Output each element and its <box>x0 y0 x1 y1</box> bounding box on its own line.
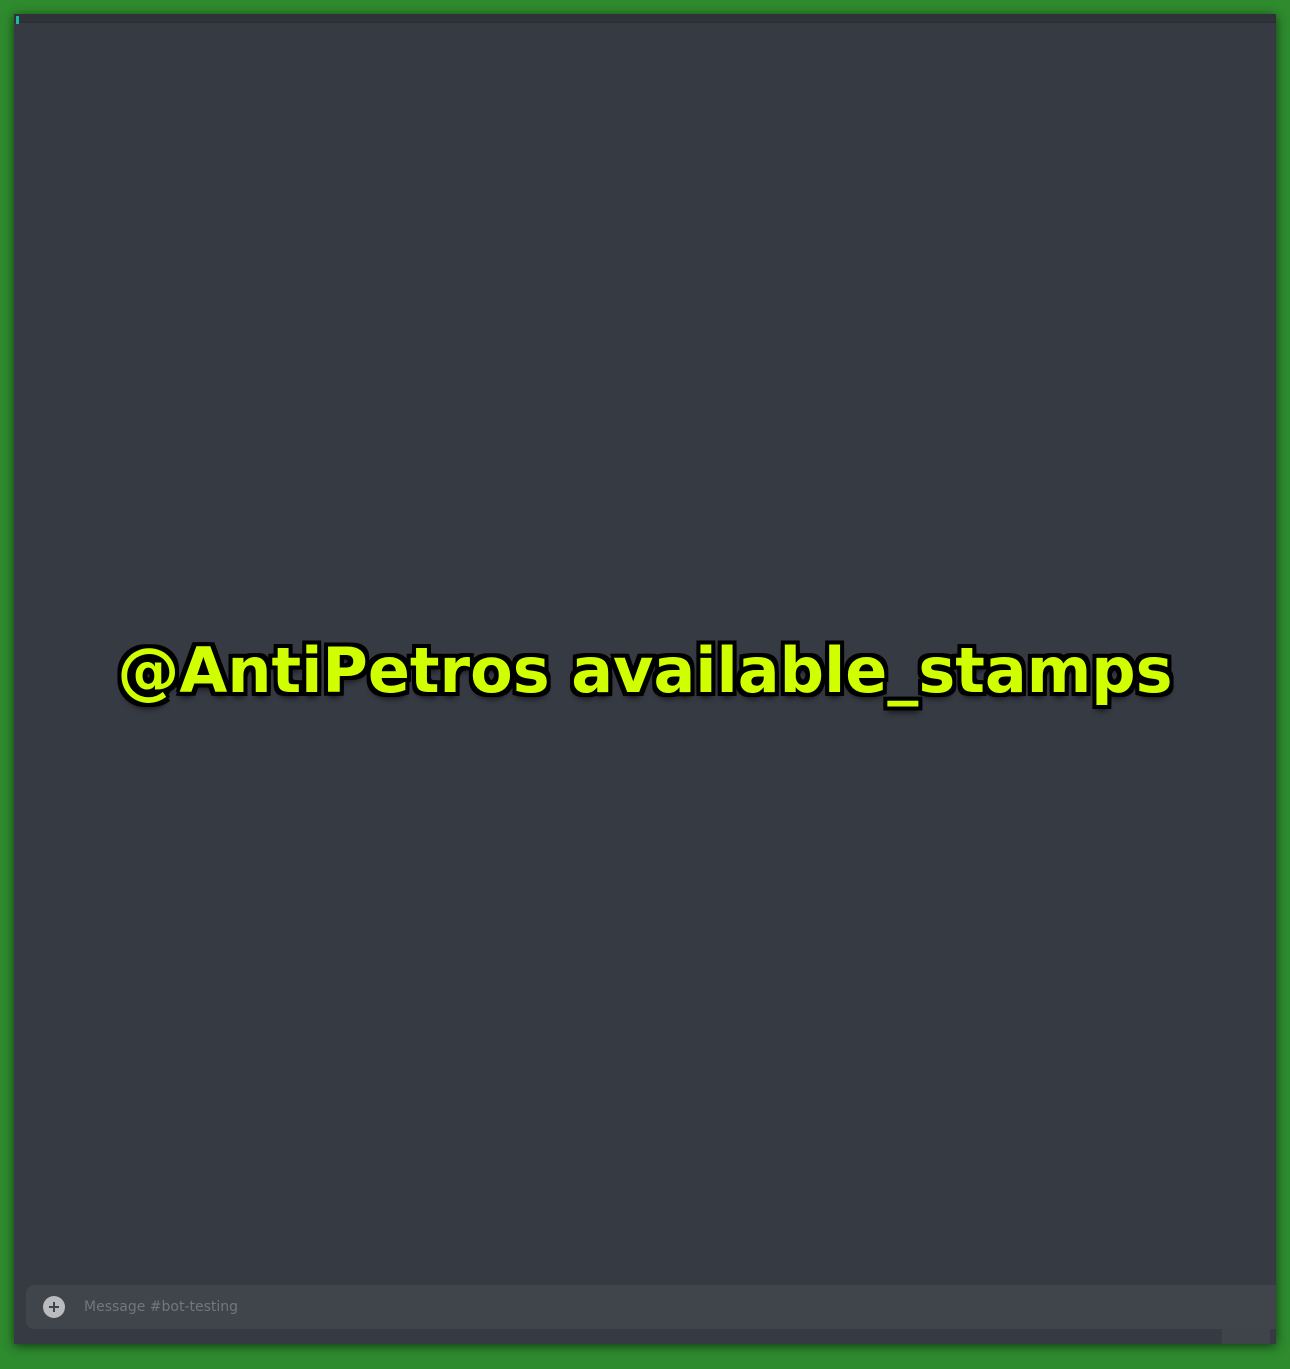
channel-header <box>14 14 1276 24</box>
unread-indicator <box>16 16 19 24</box>
caption-overlay: @AntiPetros available_stamps <box>117 634 1173 707</box>
chat-window: @AntiPetros available_stamps <box>14 14 1276 1344</box>
plus-circle-icon <box>48 1301 60 1313</box>
message-composer <box>26 1284 1276 1330</box>
attach-button[interactable] <box>43 1296 65 1318</box>
message-input[interactable] <box>82 1284 1276 1330</box>
resize-handle <box>1222 1328 1270 1344</box>
message-list[interactable]: @AntiPetros available_stamps <box>14 24 1276 1286</box>
